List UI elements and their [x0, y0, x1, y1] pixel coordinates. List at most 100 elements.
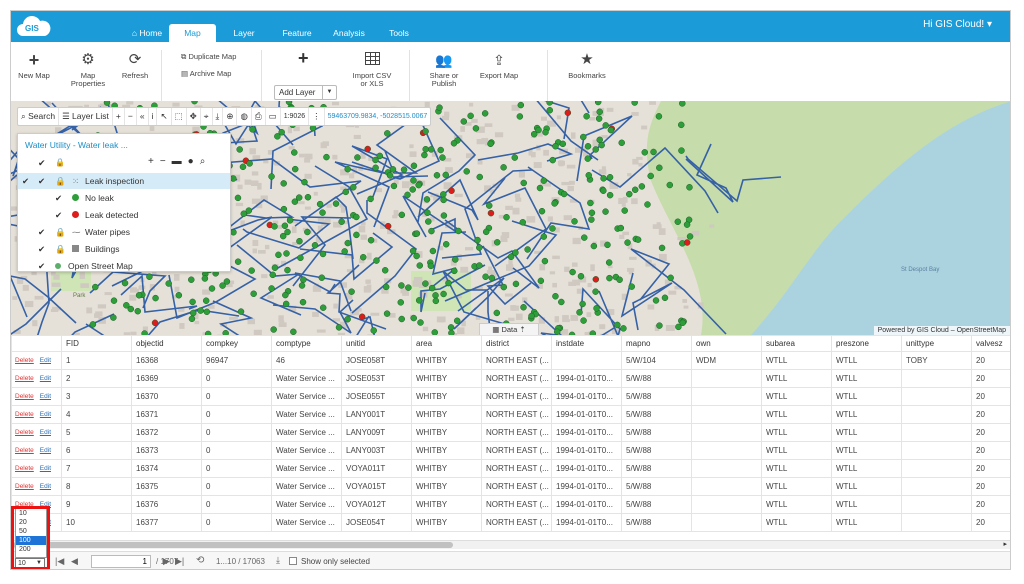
- page-size-option[interactable]: 50: [16, 527, 46, 536]
- table-cell[interactable]: WHITBY: [411, 369, 482, 388]
- table-cell[interactable]: 1994-01-01T0...: [551, 441, 622, 460]
- column-header[interactable]: own: [691, 335, 762, 352]
- table-cell[interactable]: WTLL: [761, 477, 832, 496]
- table-cell[interactable]: [901, 477, 972, 496]
- layer-list-button[interactable]: ☰ Layer List: [59, 108, 113, 125]
- table-cell[interactable]: Water Service ...: [271, 513, 342, 532]
- table-cell[interactable]: WHITBY: [411, 405, 482, 424]
- layer-panel-title[interactable]: Water Utility - Water leak ...: [25, 140, 128, 150]
- table-cell[interactable]: WTLL: [831, 459, 902, 478]
- page-size-option[interactable]: 200: [16, 545, 46, 554]
- page-size-option[interactable]: 100: [16, 536, 46, 545]
- table-cell[interactable]: WTLL: [761, 387, 832, 406]
- lock-icon[interactable]: 🔒: [55, 241, 66, 257]
- table-cell[interactable]: Water Service ...: [271, 459, 342, 478]
- zoom-icon[interactable]: ⊕: [223, 108, 238, 125]
- table-cell[interactable]: NORTH EAST (...: [481, 423, 552, 442]
- pan-icon[interactable]: ✥: [187, 108, 201, 125]
- table-cell[interactable]: 20: [971, 405, 1010, 424]
- lock-icon[interactable]: 🔒: [55, 224, 66, 240]
- table-cell[interactable]: 5/W/88: [621, 513, 692, 532]
- table-cell[interactable]: WTLL: [761, 405, 832, 424]
- delete-link[interactable]: Delete: [15, 447, 34, 454]
- table-cell[interactable]: 5/W/88: [621, 405, 692, 424]
- table-cell[interactable]: WTLL: [761, 513, 832, 532]
- pointer-icon[interactable]: ↖: [157, 108, 172, 125]
- table-cell[interactable]: 1994-01-01T0...: [551, 423, 622, 442]
- table-row[interactable]: Delete Edit 6 16373 0 Water Service ... LANY00…: [11, 441, 1010, 460]
- table-cell[interactable]: WTLL: [761, 495, 832, 514]
- visible-check-icon[interactable]: ✔: [38, 173, 45, 189]
- table-cell[interactable]: 1: [61, 351, 132, 370]
- table-cell[interactable]: [901, 369, 972, 388]
- edit-link[interactable]: Edit: [40, 483, 51, 490]
- table-row[interactable]: Delete Edit 9 16376 0 Water Service ... VOYA01…: [11, 495, 1010, 514]
- table-cell[interactable]: Water Service ...: [271, 477, 342, 496]
- visible-check-icon[interactable]: ✔: [38, 258, 45, 274]
- delete-link[interactable]: Delete: [15, 393, 34, 400]
- table-cell[interactable]: WTLL: [761, 459, 832, 478]
- column-header[interactable]: unitid: [341, 335, 412, 352]
- table-cell[interactable]: Water Service ...: [271, 405, 342, 424]
- table-cell[interactable]: WHITBY: [411, 459, 482, 478]
- table-cell[interactable]: 0: [201, 441, 272, 460]
- table-cell[interactable]: 20: [971, 459, 1010, 478]
- table-row[interactable]: Delete Edit 1 16368 96947 46 JOSE058T WHITBY NOR…: [11, 351, 1010, 370]
- first-page-icon[interactable]: |◀: [55, 556, 64, 567]
- table-cell[interactable]: 0: [201, 387, 272, 406]
- table-cell[interactable]: 0: [201, 513, 272, 532]
- chevron-down-icon[interactable]: ✔: [22, 173, 29, 189]
- table-cell[interactable]: 0: [201, 423, 272, 442]
- globe-icon[interactable]: ◍: [237, 108, 252, 125]
- collapse-icon[interactable]: «: [137, 108, 149, 125]
- table-row[interactable]: Delete Edit 8 16375 0 Water Service ... VOYA01…: [11, 477, 1010, 496]
- table-cell[interactable]: 16377: [131, 513, 202, 532]
- ruler-icon[interactable]: ▭: [266, 108, 281, 125]
- table-cell[interactable]: [691, 477, 762, 496]
- table-cell[interactable]: 0: [201, 477, 272, 496]
- refresh-icon[interactable]: ⟲: [196, 555, 204, 566]
- table-cell[interactable]: WTLL: [831, 513, 902, 532]
- new-map-button[interactable]: + New Map: [17, 51, 51, 80]
- table-cell[interactable]: 16371: [131, 405, 202, 424]
- layer-item-leak-detected[interactable]: ✔ Leak detected: [18, 207, 230, 223]
- table-cell[interactable]: [691, 495, 762, 514]
- layer-panel-actions[interactable]: +−▬●⌕: [148, 156, 211, 167]
- refresh-button[interactable]: ⟳ Refresh: [119, 52, 151, 80]
- table-cell[interactable]: NORTH EAST (...: [481, 441, 552, 460]
- edit-link[interactable]: Edit: [40, 393, 51, 400]
- table-cell[interactable]: 5/W/88: [621, 387, 692, 406]
- page-size-option[interactable]: 20: [16, 518, 46, 527]
- table-cell[interactable]: [691, 387, 762, 406]
- table-cell[interactable]: 5/W/88: [621, 459, 692, 478]
- column-header[interactable]: objectid: [131, 335, 202, 352]
- table-cell[interactable]: 3: [61, 387, 132, 406]
- table-cell[interactable]: [551, 351, 622, 370]
- table-cell[interactable]: LANY009T: [341, 423, 412, 442]
- table-cell[interactable]: 7: [61, 459, 132, 478]
- table-cell[interactable]: 16372: [131, 423, 202, 442]
- table-cell[interactable]: 20: [971, 441, 1010, 460]
- next-page-icon[interactable]: ▶: [163, 556, 170, 567]
- lock-icon[interactable]: 🔒: [55, 158, 65, 167]
- nav-feature[interactable]: Feature: [278, 24, 316, 42]
- table-cell[interactable]: Water Service ...: [271, 387, 342, 406]
- edit-link[interactable]: Edit: [40, 357, 51, 364]
- table-cell[interactable]: [901, 441, 972, 460]
- table-cell[interactable]: 1994-01-01T0...: [551, 387, 622, 406]
- visible-check-icon[interactable]: ✔: [38, 241, 45, 257]
- table-cell[interactable]: WTLL: [831, 369, 902, 388]
- share-publish-button[interactable]: 👥 Share or Publish: [423, 52, 465, 88]
- table-cell[interactable]: WHITBY: [411, 513, 482, 532]
- edit-link[interactable]: Edit: [40, 447, 51, 454]
- table-cell[interactable]: WTLL: [831, 351, 902, 370]
- export-map-button[interactable]: ⇪ Export Map: [477, 52, 521, 80]
- column-header[interactable]: subarea: [761, 335, 832, 352]
- nav-tools[interactable]: Tools: [385, 24, 413, 42]
- column-header[interactable]: compkey: [201, 335, 272, 352]
- edit-link[interactable]: Edit: [40, 411, 51, 418]
- table-cell[interactable]: TOBY: [901, 351, 972, 370]
- table-cell[interactable]: 16368: [131, 351, 202, 370]
- table-cell[interactable]: 1994-01-01T0...: [551, 369, 622, 388]
- edit-link[interactable]: Edit: [40, 375, 51, 382]
